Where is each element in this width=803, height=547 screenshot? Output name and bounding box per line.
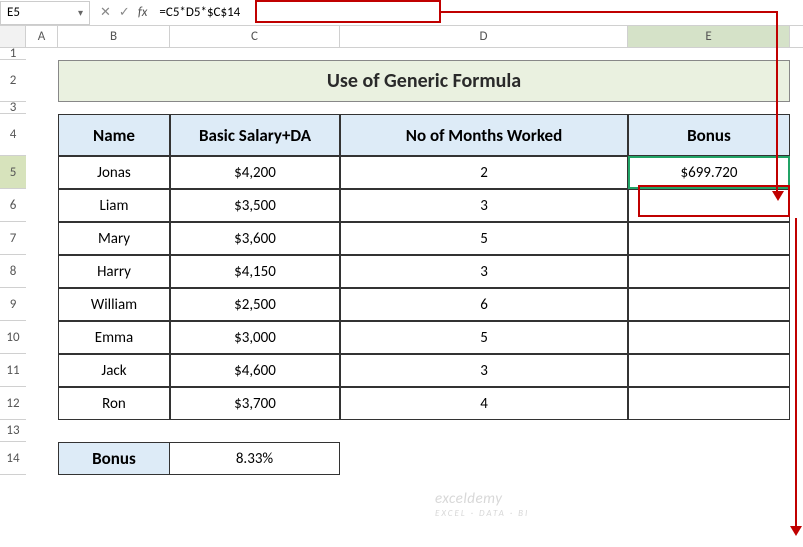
- select-all-corner[interactable]: [0, 26, 26, 48]
- header-salary[interactable]: Basic Salary+DA: [170, 114, 340, 156]
- cell-bonus[interactable]: [628, 387, 790, 420]
- row-header-3[interactable]: 3: [0, 102, 26, 114]
- row-header-5[interactable]: 5: [0, 156, 26, 189]
- header-bonus[interactable]: Bonus: [628, 114, 790, 156]
- cell-months[interactable]: 5: [340, 321, 628, 354]
- row-header-12[interactable]: 12: [0, 387, 26, 420]
- cell-salary[interactable]: $3,600: [170, 222, 340, 255]
- row-header-8[interactable]: 8: [0, 255, 26, 288]
- cell-salary[interactable]: $3,700: [170, 387, 340, 420]
- col-header-d[interactable]: D: [340, 26, 628, 47]
- row-header-4[interactable]: 4: [0, 114, 26, 156]
- cell-name[interactable]: Mary: [58, 222, 170, 255]
- cell-name[interactable]: Harry: [58, 255, 170, 288]
- cell-salary[interactable]: $4,600: [170, 354, 340, 387]
- cell-months[interactable]: 3: [340, 189, 628, 222]
- sheet-area[interactable]: Use of Generic Formula Name Basic Salary…: [26, 48, 803, 475]
- cell-bonus[interactable]: [628, 288, 790, 321]
- table-row: Jack $4,600 3: [26, 354, 803, 387]
- row-header-11[interactable]: 11: [0, 354, 26, 387]
- table-row: Liam $3,500 3: [26, 189, 803, 222]
- col-header-a[interactable]: A: [26, 26, 58, 47]
- cell-bonus[interactable]: [628, 255, 790, 288]
- row-header-9[interactable]: 9: [0, 288, 26, 321]
- cell-salary[interactable]: $4,150: [170, 255, 340, 288]
- row-headers: 1 2 3 4 5 6 7 8 9 10 11 12 13 14: [0, 48, 26, 475]
- spreadsheet-grid: A B C D E 1 2 3 4 5 6 7 8 9 10 11 12 13 …: [0, 26, 803, 547]
- cell-name[interactable]: Ron: [58, 387, 170, 420]
- row-header-13[interactable]: 13: [0, 420, 26, 442]
- cell-bonus[interactable]: [628, 222, 790, 255]
- arrow-head-icon: [772, 191, 784, 201]
- arrow-head-icon: [790, 526, 802, 536]
- cell-name[interactable]: Liam: [58, 189, 170, 222]
- table-row: Mary $3,600 5: [26, 222, 803, 255]
- bonus-label[interactable]: Bonus: [58, 442, 170, 475]
- name-box-dropdown-icon[interactable]: ▾: [78, 6, 83, 19]
- table-row: Jonas $4,200 2 $699.720: [26, 156, 803, 189]
- cell-name[interactable]: Jonas: [58, 156, 170, 189]
- cell-months[interactable]: 6: [340, 288, 628, 321]
- bonus-value[interactable]: 8.33%: [170, 442, 340, 475]
- arrow-segment: [776, 11, 778, 191]
- column-header-row: A B C D E: [0, 26, 803, 48]
- row-header-7[interactable]: 7: [0, 222, 26, 255]
- cell-salary[interactable]: $2,500: [170, 288, 340, 321]
- cell-name[interactable]: Emma: [58, 321, 170, 354]
- cell-months[interactable]: 2: [340, 156, 628, 189]
- row-header-2[interactable]: 2: [0, 60, 26, 102]
- row-header-6[interactable]: 6: [0, 189, 26, 222]
- col-header-b[interactable]: B: [58, 26, 170, 47]
- row-header-10[interactable]: 10: [0, 321, 26, 354]
- arrow-segment: [441, 11, 778, 13]
- col-header-e[interactable]: E: [628, 26, 790, 47]
- name-box[interactable]: E5 ▾: [0, 1, 90, 25]
- header-months[interactable]: No of Months Worked: [340, 114, 628, 156]
- fx-icon[interactable]: fx: [138, 5, 148, 20]
- col-header-c[interactable]: C: [170, 26, 340, 47]
- cell-name[interactable]: Jack: [58, 354, 170, 387]
- cell-months[interactable]: 3: [340, 255, 628, 288]
- formula-bar: E5 ▾ ✕ ✓ fx =C5*D5*$C$14: [0, 0, 803, 26]
- confirm-icon[interactable]: ✓: [119, 5, 130, 20]
- cell-salary[interactable]: $4,200: [170, 156, 340, 189]
- cell-name[interactable]: William: [58, 288, 170, 321]
- row-header-1[interactable]: 1: [0, 48, 26, 60]
- table-row: Ron $3,700 4: [26, 387, 803, 420]
- table-row: Harry $4,150 3: [26, 255, 803, 288]
- table-row: William $2,500 6: [26, 288, 803, 321]
- page-title[interactable]: Use of Generic Formula: [58, 60, 790, 102]
- cell-bonus[interactable]: [628, 354, 790, 387]
- cell-salary[interactable]: $3,000: [170, 321, 340, 354]
- cell-months[interactable]: 5: [340, 222, 628, 255]
- cancel-icon[interactable]: ✕: [100, 5, 111, 20]
- cell-bonus[interactable]: [628, 321, 790, 354]
- cell-months[interactable]: 3: [340, 354, 628, 387]
- cell-bonus[interactable]: [628, 189, 790, 222]
- formula-bar-icons: ✕ ✓ fx: [94, 5, 153, 20]
- cell-bonus[interactable]: $699.720: [628, 156, 790, 189]
- name-box-value: E5: [7, 5, 20, 20]
- arrow-segment: [795, 218, 797, 528]
- cell-salary[interactable]: $3,500: [170, 189, 340, 222]
- formula-text: =C5*D5*$C$14: [159, 5, 240, 20]
- table-row: Emma $3,000 5: [26, 321, 803, 354]
- row-header-14[interactable]: 14: [0, 442, 26, 475]
- header-name[interactable]: Name: [58, 114, 170, 156]
- cell-months[interactable]: 4: [340, 387, 628, 420]
